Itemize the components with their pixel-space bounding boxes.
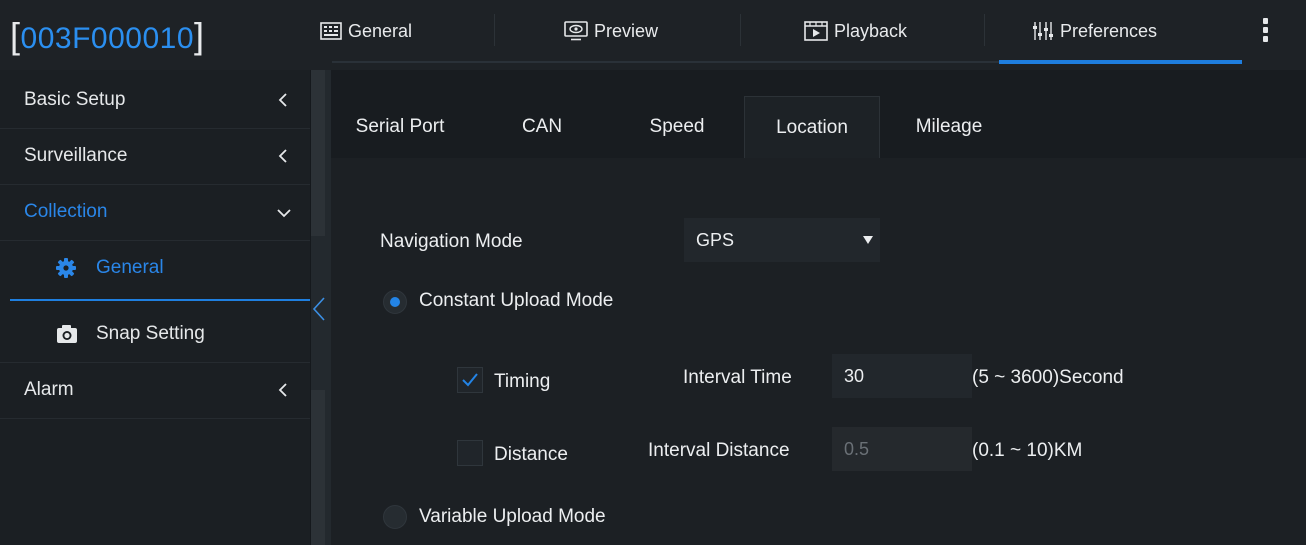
sidebar-item-snap-setting[interactable]: Snap Setting bbox=[0, 306, 310, 363]
tab-preferences-label: Preferences bbox=[1060, 20, 1158, 41]
device-id-bracket-open: [ bbox=[10, 15, 21, 56]
navigation-mode-label: Navigation Mode bbox=[380, 231, 523, 252]
main-panel: Serial Port CAN Speed Location Mileage N… bbox=[331, 70, 1306, 545]
tab-label: Serial Port bbox=[355, 116, 445, 137]
tab-divider bbox=[984, 14, 985, 46]
tab-general-label: General bbox=[348, 20, 413, 41]
collapse-sidebar-icon[interactable] bbox=[312, 296, 326, 322]
sidebar-item-label: Collection bbox=[24, 201, 108, 222]
sidebar-item-label: General bbox=[96, 257, 164, 278]
tab-label: CAN bbox=[521, 116, 563, 137]
sidebar-item-general[interactable]: General bbox=[0, 240, 310, 296]
caret-down-icon bbox=[863, 236, 873, 244]
tab-divider bbox=[740, 14, 741, 46]
sidebar-item-label: Basic Setup bbox=[24, 89, 126, 110]
sidebar-item-collection[interactable]: Collection bbox=[0, 184, 310, 241]
tab-label: Mileage bbox=[915, 116, 983, 137]
chevron-left-icon bbox=[278, 149, 287, 163]
gear-icon bbox=[56, 258, 76, 278]
constant-upload-label: Constant Upload Mode bbox=[419, 290, 614, 311]
film-icon bbox=[804, 21, 828, 41]
variable-upload-label: Variable Upload Mode bbox=[419, 506, 606, 527]
sidebar-item-label: Alarm bbox=[24, 379, 74, 400]
settings-tabs: Serial Port CAN Speed Location Mileage bbox=[331, 96, 1306, 159]
chevron-left-icon bbox=[278, 383, 287, 397]
tab-playback[interactable]: Playback bbox=[804, 0, 907, 62]
tab-location[interactable]: Location bbox=[744, 96, 880, 159]
sidebar-item-label: Surveillance bbox=[24, 145, 128, 166]
check-icon bbox=[462, 373, 478, 387]
interval-time-input[interactable] bbox=[832, 354, 972, 398]
interval-distance-input[interactable] bbox=[832, 427, 972, 471]
sidebar-item-label: Snap Setting bbox=[96, 323, 205, 344]
tab-label: Location bbox=[776, 117, 848, 138]
tab-preferences[interactable]: Preferences bbox=[1032, 0, 1157, 62]
sidebar-item-surveillance[interactable]: Surveillance bbox=[0, 128, 310, 185]
navigation-mode-select[interactable]: GPS bbox=[684, 218, 880, 262]
tab-can[interactable]: CAN bbox=[507, 96, 577, 158]
sidebar-item-basic-setup[interactable]: Basic Setup bbox=[0, 72, 310, 129]
location-settings-panel bbox=[331, 158, 1306, 545]
navigation-mode-value: GPS bbox=[696, 230, 735, 250]
interval-time-label: Interval Time bbox=[683, 367, 792, 388]
distance-checkbox[interactable] bbox=[457, 440, 483, 466]
timing-checkbox[interactable] bbox=[457, 367, 483, 393]
interval-distance-label: Interval Distance bbox=[648, 440, 790, 461]
timing-label: Timing bbox=[494, 371, 551, 392]
tab-preview-label: Preview bbox=[594, 20, 659, 41]
distance-label: Distance bbox=[494, 444, 568, 465]
tab-playback-label: Playback bbox=[834, 20, 908, 41]
tab-divider bbox=[494, 14, 495, 46]
variable-upload-radio[interactable] bbox=[383, 505, 407, 529]
main-nav-tabs: General Preview Playback Preferences bbox=[316, 0, 1242, 70]
tab-underline-track bbox=[332, 60, 1242, 64]
tab-general[interactable]: General bbox=[320, 0, 412, 62]
camera-icon bbox=[57, 325, 77, 343]
tab-preview[interactable]: Preview bbox=[564, 0, 658, 62]
tab-serial-port[interactable]: Serial Port bbox=[345, 96, 455, 158]
monitor-eye-icon bbox=[564, 21, 588, 41]
interval-distance-range: (0.1 ~ 10)KM bbox=[972, 440, 1083, 461]
sidebar-scroll-thumb-lower bbox=[311, 390, 325, 545]
device-id-bracket-close: ] bbox=[194, 15, 205, 56]
interval-time-range: (5 ~ 3600)Second bbox=[972, 367, 1124, 388]
keyboard-icon bbox=[320, 22, 342, 40]
chevron-down-icon bbox=[277, 209, 291, 218]
device-id-value: 003F000010 bbox=[20, 22, 195, 55]
sidebar-scroll-thumb[interactable] bbox=[311, 70, 325, 236]
device-id: [003F000010] bbox=[10, 14, 205, 58]
more-options-icon[interactable] bbox=[1256, 16, 1274, 50]
constant-upload-radio[interactable] bbox=[383, 290, 407, 314]
sidebar: Basic Setup Surveillance Collection Gene… bbox=[0, 70, 310, 545]
tab-mileage[interactable]: Mileage bbox=[901, 96, 997, 158]
tab-speed[interactable]: Speed bbox=[637, 96, 717, 158]
sidebar-active-indicator bbox=[10, 299, 310, 301]
sliders-icon bbox=[1033, 22, 1053, 40]
active-tab-indicator bbox=[999, 60, 1242, 64]
chevron-left-icon bbox=[278, 93, 287, 107]
tab-label: Speed bbox=[649, 116, 705, 137]
top-bar: [003F000010] General Preview Playback Pr… bbox=[0, 0, 1306, 70]
sidebar-item-alarm[interactable]: Alarm bbox=[0, 362, 310, 419]
